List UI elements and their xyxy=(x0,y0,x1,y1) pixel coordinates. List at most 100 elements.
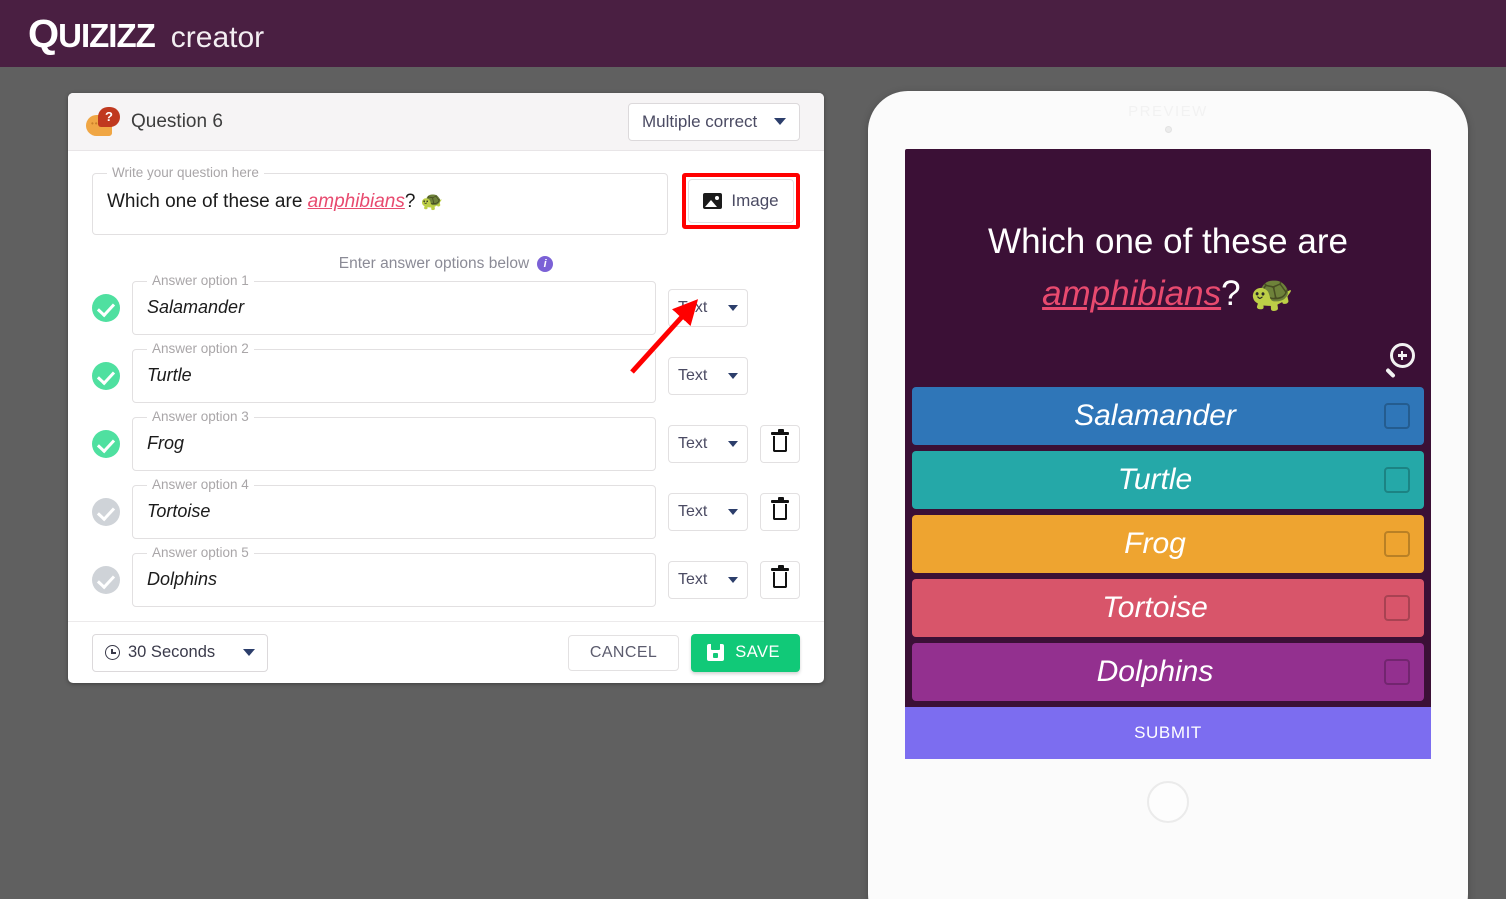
answer-input-4[interactable]: Answer option 4 Tortoise xyxy=(132,477,656,539)
answer-correct-toggle-2[interactable] xyxy=(92,362,120,390)
answer-option-row: Answer option 2 Turtle Text xyxy=(92,341,800,403)
zoom-in-icon[interactable] xyxy=(1383,343,1417,379)
image-button-annotation: Image xyxy=(682,173,800,229)
question-editor-footer: 30 Seconds CANCEL SAVE xyxy=(68,621,824,683)
delete-answer-button-5[interactable] xyxy=(760,561,800,599)
question-bubble-icon: ••• ? xyxy=(86,106,120,137)
answer-type-dropdown-1[interactable]: Text xyxy=(668,289,748,327)
answer-input-legend: Answer option 3 xyxy=(147,409,254,424)
answer-option-row: Answer option 5 Dolphins Text xyxy=(92,545,800,607)
delete-answer-button-3[interactable] xyxy=(760,425,800,463)
preview-option-checkbox[interactable] xyxy=(1384,595,1410,621)
answer-type-value: Text xyxy=(678,571,708,588)
preview-option-2[interactable]: Turtle xyxy=(912,451,1424,509)
clock-icon xyxy=(105,645,120,660)
preview-option-checkbox[interactable] xyxy=(1384,531,1410,557)
image-icon xyxy=(703,193,723,209)
product-name: creator xyxy=(170,20,265,54)
preview-option-4[interactable]: Tortoise xyxy=(912,579,1424,637)
preview-option-label: Tortoise xyxy=(1102,591,1208,624)
question-editor-body: Write your question here Which one of th… xyxy=(68,151,824,607)
home-button[interactable] xyxy=(1147,781,1189,823)
app-header: QUIZIZZ creator xyxy=(0,0,1506,67)
question-editor-card: ••• ? Question 6 Multiple correct Write … xyxy=(68,93,824,683)
question-input-legend: Write your question here xyxy=(107,165,264,180)
answer-type-value: Text xyxy=(678,367,708,384)
preview-option-label: Salamander xyxy=(1074,399,1236,432)
preview-option-checkbox[interactable] xyxy=(1384,403,1410,429)
preview-question-area: Which one of these are amphibians? 🐢 xyxy=(905,149,1431,387)
question-highlight: amphibians xyxy=(307,191,405,212)
answer-input-1[interactable]: Answer option 1 Salamander xyxy=(132,273,656,335)
cancel-button[interactable]: CANCEL xyxy=(567,634,680,671)
timer-dropdown[interactable]: 30 Seconds xyxy=(92,633,268,672)
question-text-row: Write your question here Which one of th… xyxy=(92,165,800,235)
question-type-dropdown[interactable]: Multiple correct xyxy=(628,102,800,141)
answer-input-legend: Answer option 2 xyxy=(147,341,254,356)
timer-value: 30 Seconds xyxy=(128,643,216,661)
chevron-down-icon xyxy=(728,577,738,583)
brand-logo-text: QUIZIZZ xyxy=(28,11,156,56)
preview-option-3[interactable]: Frog xyxy=(912,515,1424,573)
preview-option-1[interactable]: Salamander xyxy=(912,387,1424,445)
page-title: Question 6 xyxy=(131,110,223,132)
add-image-button[interactable]: Image xyxy=(688,179,794,223)
answer-correct-toggle-1[interactable] xyxy=(92,294,120,322)
save-button[interactable]: SAVE xyxy=(691,633,800,672)
chevron-down-icon xyxy=(728,441,738,447)
answer-correct-toggle-4[interactable] xyxy=(92,498,120,526)
preview-label: PREVIEW xyxy=(1128,103,1208,120)
question-editor-header: ••• ? Question 6 Multiple correct xyxy=(68,93,824,151)
answer-correct-toggle-3[interactable] xyxy=(92,430,120,458)
chevron-down-icon xyxy=(728,305,738,311)
question-input-value: Which one of these are amphibians? 🐢 xyxy=(107,191,444,212)
info-icon[interactable]: i xyxy=(537,256,554,272)
preview-option-checkbox[interactable] xyxy=(1384,467,1410,493)
answer-correct-toggle-5[interactable] xyxy=(92,566,120,594)
answer-type-dropdown-5[interactable]: Text xyxy=(668,561,748,599)
chevron-down-icon xyxy=(774,118,786,125)
answer-type-dropdown-3[interactable]: Text xyxy=(668,425,748,463)
answer-type-value: Text xyxy=(678,435,708,452)
answer-type-dropdown-2[interactable]: Text xyxy=(668,357,748,395)
answer-options-list: Answer option 1 Salamander Text Answer opti… xyxy=(92,273,800,607)
save-button-label: SAVE xyxy=(735,643,780,661)
chevron-down-icon xyxy=(728,509,738,515)
answer-input-3[interactable]: Answer option 3 Frog xyxy=(132,409,656,471)
delete-answer-button-4[interactable] xyxy=(760,493,800,531)
tablet-preview: PREVIEW Which one of these are amphibian… xyxy=(868,91,1468,899)
question-input[interactable]: Write your question here Which one of th… xyxy=(92,165,668,235)
answer-input-2[interactable]: Answer option 2 Turtle xyxy=(132,341,656,403)
answer-input-value: Salamander xyxy=(147,297,245,317)
answer-input-legend: Answer option 5 xyxy=(147,545,254,560)
trash-icon xyxy=(771,497,789,520)
chevron-down-icon xyxy=(243,649,255,656)
preview-question-highlight: amphibians xyxy=(1042,274,1222,313)
answer-input-value: Tortoise xyxy=(147,501,211,521)
preview-screen: Which one of these are amphibians? 🐢 Sal… xyxy=(905,149,1431,759)
answer-option-row: Answer option 3 Frog Text xyxy=(92,409,800,471)
answer-options-note-text: Enter answer options below xyxy=(338,255,530,272)
chevron-down-icon xyxy=(728,373,738,379)
answer-options-note: Enter answer options below i xyxy=(92,255,800,273)
trash-icon xyxy=(771,429,789,452)
answer-input-value: Frog xyxy=(147,433,185,453)
preview-turtle-emoji: 🐢 xyxy=(1250,274,1294,313)
preview-option-label: Frog xyxy=(1124,527,1186,560)
answer-input-5[interactable]: Answer option 5 Dolphins xyxy=(132,545,656,607)
answer-type-dropdown-4[interactable]: Text xyxy=(668,493,748,531)
answer-type-value: Text xyxy=(678,299,708,316)
main-stage: ••• ? Question 6 Multiple correct Write … xyxy=(0,67,1506,899)
submit-button[interactable]: SUBMIT xyxy=(905,707,1431,759)
preview-option-checkbox[interactable] xyxy=(1384,659,1410,685)
preview-option-label: Turtle xyxy=(1117,463,1193,496)
trash-icon xyxy=(771,565,789,588)
question-type-value: Multiple correct xyxy=(642,111,758,131)
answer-input-value: Turtle xyxy=(147,365,192,385)
preview-option-5[interactable]: Dolphins xyxy=(912,643,1424,701)
answer-input-legend: Answer option 1 xyxy=(147,273,254,288)
answer-option-row: Answer option 4 Tortoise Text xyxy=(92,477,800,539)
preview-question-text: Which one of these are amphibians? 🐢 xyxy=(988,221,1348,314)
brand-logo[interactable]: QUIZIZZ creator xyxy=(28,14,264,54)
turtle-emoji: 🐢 xyxy=(420,191,444,211)
